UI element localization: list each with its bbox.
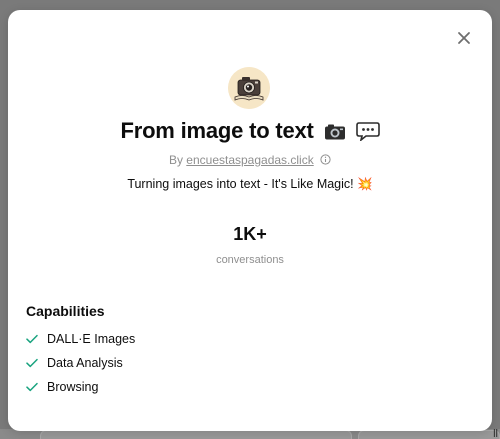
background-partial-text: ll (493, 428, 498, 439)
check-icon (26, 354, 40, 372)
close-icon (458, 32, 470, 44)
gpt-title-text: From image to text (120, 118, 314, 143)
gpt-info-modal: From image to text By encuestaspagadas.c… (8, 10, 492, 431)
author-prefix: By (168, 153, 183, 167)
gpt-title: From image to text (8, 118, 492, 147)
gpt-avatar (228, 67, 270, 109)
close-button[interactable] (454, 28, 474, 48)
capability-label: Data Analysis (47, 356, 123, 370)
gpt-author: By encuestaspagadas.click (8, 153, 492, 168)
gpt-description: Turning images into text - It's Like Mag… (127, 177, 373, 191)
conversation-count: 1K+ (233, 224, 267, 244)
capability-item: Data Analysis (26, 354, 135, 378)
background-input-right (358, 430, 500, 439)
conversation-count-label: conversations (216, 254, 284, 266)
check-icon (26, 378, 40, 396)
info-icon[interactable] (320, 154, 331, 168)
camera-icon (324, 121, 346, 147)
author-link[interactable]: encuestaspagadas.click (186, 153, 313, 167)
capability-item: Browsing (26, 378, 135, 402)
camera-book-icon (228, 67, 270, 109)
check-icon (26, 330, 40, 348)
capability-label: Browsing (47, 380, 99, 394)
speech-bubble-icon (355, 121, 380, 147)
capabilities-list: DALL·E Images Data Analysis Browsing (26, 330, 135, 402)
capability-label: DALL·E Images (47, 332, 136, 346)
capabilities-heading: Capabilities (26, 303, 105, 319)
background-input-left (40, 430, 352, 439)
capability-item: DALL·E Images (26, 330, 135, 354)
